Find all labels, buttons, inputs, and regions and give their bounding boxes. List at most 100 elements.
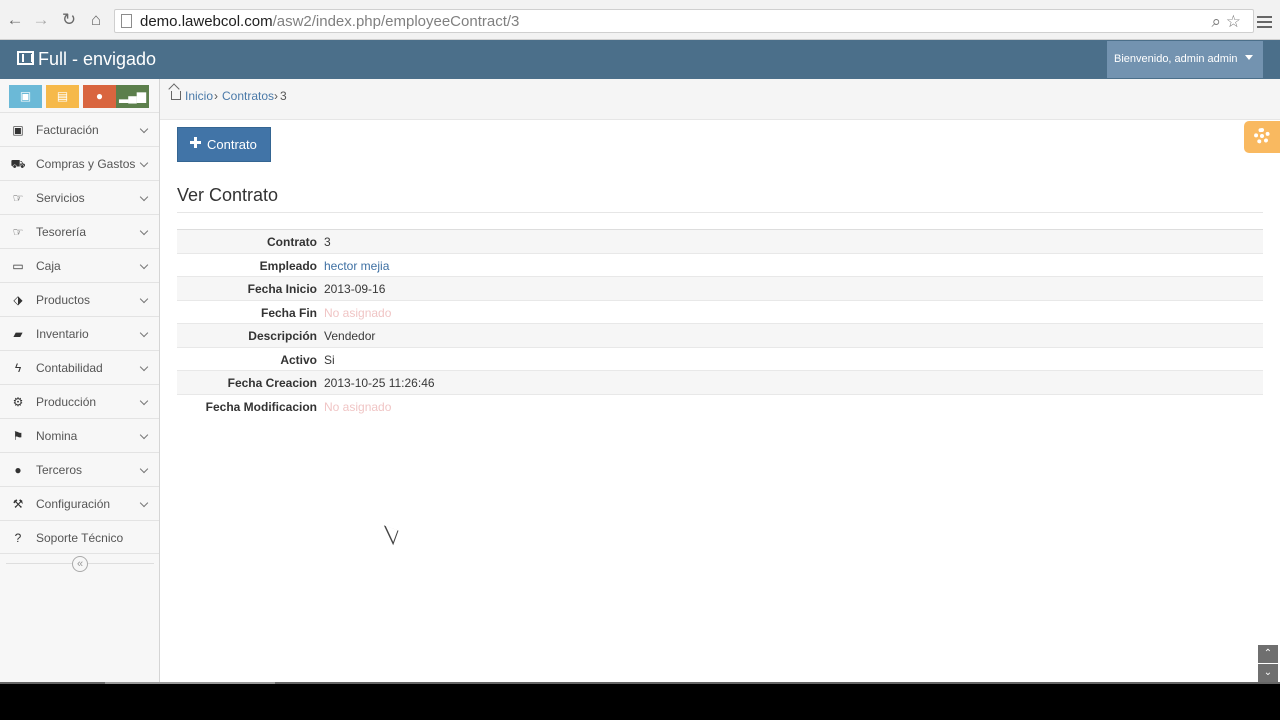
sidebar-item-produccion[interactable]: ⚙ Producción [0, 384, 159, 418]
contract-detail-table: Contrato 3 Empleado hector mejia Fecha I… [177, 229, 1263, 418]
sidebar-item-configuracion[interactable]: ⚒ Configuración [0, 486, 159, 520]
breadcrumb-home[interactable]: Inicio [185, 89, 213, 103]
chevron-down-icon [139, 430, 149, 440]
collapse-sidebar-icon[interactable]: « [72, 556, 88, 572]
sidebar-item-productos[interactable]: ⬗ Productos [0, 282, 159, 316]
sidebar-item-inventario[interactable]: ▰ Inventario [0, 316, 159, 350]
address-bar[interactable]: demo.lawebcol.com/asw2/index.php/employe… [114, 9, 1254, 33]
sidebar-item-label: Producción [36, 395, 97, 409]
detail-value: Vendedor [324, 329, 376, 343]
add-contract-label: Contrato [207, 137, 257, 152]
sidebar-item-facturacion[interactable]: ▣ Facturación [0, 112, 159, 146]
sidebar-item-label: Inventario [36, 327, 89, 341]
cart-shortcut-button[interactable]: ▤ [46, 85, 79, 108]
hand-right-icon: ☞ [12, 225, 24, 239]
home-icon[interactable]: ⌂ [86, 10, 106, 30]
detail-row-fecha-fin: Fecha Fin No asignado [177, 301, 1263, 324]
detail-value: 3 [324, 235, 331, 249]
user-menu[interactable]: Bienvenido, admin admin [1107, 41, 1263, 78]
wrench-icon: ⚒ [12, 497, 24, 511]
chevron-down-icon [139, 396, 149, 406]
sidebar-item-caja[interactable]: ▭ Caja [0, 248, 159, 282]
chevron-down-icon [139, 464, 149, 474]
sidebar-item-label: Compras y Gastos [36, 157, 136, 171]
detail-label: Contrato [267, 235, 317, 249]
chevron-down-icon [1244, 55, 1253, 60]
page-icon [121, 14, 132, 28]
sidebar-item-contabilidad[interactable]: ϟ Contabilidad [0, 350, 159, 384]
detail-label: Empleado [259, 258, 317, 273]
detail-label: Fecha Creacion [227, 376, 317, 390]
gear-icon [1254, 128, 1270, 144]
breadcrumb-separator: › [274, 89, 278, 103]
detail-row-fecha-inicio: Fecha Inicio 2013-09-16 [177, 277, 1263, 301]
detail-value: Si [324, 352, 335, 367]
sidebar-item-tesoreria[interactable]: ☞ Tesorería [0, 214, 159, 248]
sidebar-item-servicios[interactable]: ☞ Servicios [0, 180, 159, 214]
detail-value: 2013-09-16 [324, 282, 386, 296]
app-title[interactable]: Full - envigado [38, 49, 156, 70]
sidebar-item-terceros[interactable]: ● Terceros [0, 452, 159, 486]
breadcrumb-separator: › [214, 89, 218, 103]
chevron-down-icon [139, 124, 149, 134]
charts-shortcut-button[interactable]: ▂▄▆ [116, 85, 149, 108]
breadcrumb [160, 79, 1280, 120]
plus-icon [190, 137, 201, 148]
detail-label: Fecha Fin [260, 305, 317, 320]
briefcase-icon: ▰ [13, 327, 23, 341]
users-shortcut-button[interactable]: ● [83, 85, 116, 108]
chevron-down-icon [139, 260, 149, 270]
flag-icon: ⚑ [12, 429, 24, 443]
reload-icon[interactable]: ↻ [59, 10, 79, 30]
home-icon[interactable] [171, 91, 181, 100]
billing-icon: ▣ [12, 123, 24, 137]
hand-right-icon: ☞ [12, 191, 24, 205]
app-root: ← → ↻ ⌂ demo.lawebcol.com/asw2/index.php… [0, 0, 1280, 720]
question-icon: ? [14, 531, 22, 545]
user-icon: ● [14, 463, 22, 477]
sidebar-item-label: Servicios [36, 191, 85, 205]
sidebar-item-label: Tesorería [36, 225, 87, 239]
sidebar-item-label: Soporte Técnico [36, 531, 124, 545]
url-path: /asw2/index.php/employeeContract/3 [272, 13, 520, 30]
sidebar-item-soporte[interactable]: ? Soporte Técnico [0, 520, 159, 554]
sidebar-item-label: Terceros [36, 463, 83, 477]
back-icon[interactable]: ← [5, 10, 25, 30]
billing-shortcut-button[interactable]: ▣ [9, 85, 42, 108]
search-icon[interactable]: ⌕ ☆ [1212, 12, 1241, 32]
letterbox-footer [0, 684, 1280, 720]
sidebar-item-label: Facturación [36, 123, 99, 137]
sidebar-item-label: Contabilidad [36, 361, 103, 375]
tags-icon: ⬗ [13, 293, 23, 307]
page-title: Ver Contrato [177, 185, 279, 205]
browser-toolbar: ← → ↻ ⌂ demo.lawebcol.com/asw2/index.php… [0, 0, 1280, 40]
detail-label: Activo [280, 352, 317, 367]
scroll-top-icon[interactable]: ⌃ [1258, 645, 1278, 663]
breadcrumb-current: 3 [280, 89, 287, 103]
detail-value: 2013-10-25 11:26:46 [324, 376, 435, 390]
user-greeting: Bienvenido, admin admin [1114, 53, 1238, 65]
detail-value: No asignado [324, 399, 392, 414]
sidebar-item-compras[interactable]: ⛟ Compras y Gastos [0, 146, 159, 180]
chevron-down-icon [139, 158, 149, 168]
settings-gear-button[interactable] [1244, 121, 1280, 153]
detail-row-activo: Activo Si [177, 348, 1263, 371]
sidebar-item-label: Nomina [36, 429, 78, 443]
scroll-bottom-icon[interactable]: ⌄ [1258, 664, 1278, 682]
detail-row-fecha-modificacion: Fecha Modificacion No asignado [177, 395, 1263, 419]
cart-icon: ⛟ [10, 157, 26, 171]
detail-row-empleado: Empleado hector mejia [177, 254, 1263, 277]
sidebar-item-label: Configuración [36, 497, 111, 511]
inbox-icon: ▭ [12, 259, 24, 273]
detail-label: Fecha Inicio [247, 282, 317, 296]
chevron-down-icon [139, 362, 149, 372]
bolt-icon: ϟ [14, 361, 22, 375]
employee-link[interactable]: hector mejia [324, 259, 389, 273]
forward-icon[interactable]: → [31, 10, 51, 30]
sidebar-item-nomina[interactable]: ⚑ Nomina [0, 418, 159, 452]
chevron-down-icon [139, 498, 149, 508]
browser-menu-icon[interactable] [1257, 16, 1272, 28]
chevron-down-icon [139, 294, 149, 304]
detail-row-descripcion: Descripción Vendedor [177, 324, 1263, 348]
breadcrumb-contratos[interactable]: Contratos [222, 89, 274, 103]
